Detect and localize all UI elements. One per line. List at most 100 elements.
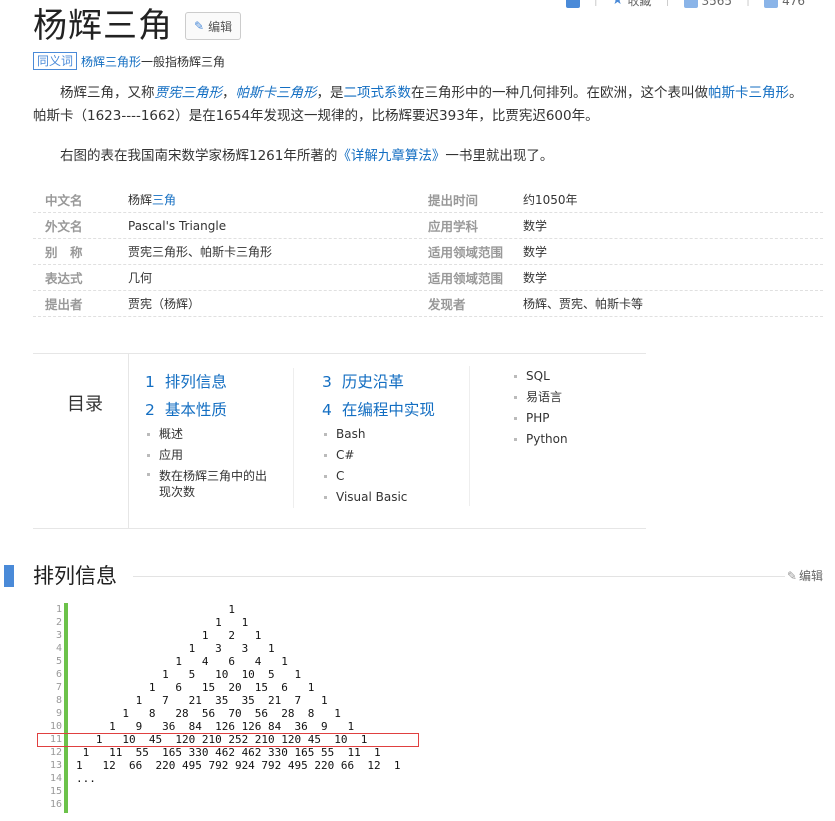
code-line: 1 4 6 4 1: [76, 655, 288, 668]
count-a: 3565: [683, 0, 733, 9]
info-value: 贾宪三角形、帕斯卡三角形: [128, 245, 273, 259]
info-key: 中文名: [45, 193, 83, 208]
info-value: 数学: [523, 245, 548, 259]
info-row: 提出者 贾宪（杨辉） 发现者 杨辉、贾宪、帕斯卡等: [33, 291, 823, 317]
text: 右图的表在我国南宋数学家杨辉1261年所著的: [60, 148, 338, 164]
toc-subitem[interactable]: C#: [322, 445, 469, 466]
info-value: 数学: [523, 219, 548, 233]
toc-subitem[interactable]: Python: [512, 429, 619, 450]
toc-subitem[interactable]: Bash: [322, 424, 469, 445]
code-line: 1 6 15 20 15 6 1: [76, 681, 315, 694]
section-header: 排列信息 ✎ 编辑: [0, 562, 835, 592]
toc-column-2: 3 历史沿革 4 在编程中实现 Bash C# C Visual Basic: [293, 368, 469, 508]
info-value: 数学: [523, 271, 548, 285]
info-value: 杨辉、贾宪、帕斯卡等: [523, 297, 644, 311]
synonym-tag[interactable]: 同义词: [33, 52, 78, 70]
like-icon: [764, 0, 779, 8]
toc-subitem[interactable]: 数在杨辉三角中的出现次数: [145, 466, 275, 500]
pencil-icon: ✎: [786, 568, 797, 583]
toc-label: 排列信息: [164, 373, 227, 391]
toc-subitem[interactable]: PHP: [512, 408, 619, 429]
line-number: 3: [55, 630, 62, 641]
toc-column-1: 1 排列信息 2 基本性质 概述 应用 数在杨辉三角中的出现次数: [145, 368, 293, 500]
count-a-value: 3565: [701, 0, 733, 8]
divider: |: [665, 0, 669, 9]
toc-subitem[interactable]: C: [322, 466, 469, 487]
link-pascal-triangle-italic[interactable]: 帕斯卡三角形: [236, 85, 317, 101]
toc-number: 1: [145, 373, 155, 391]
line-number: 5: [55, 656, 62, 667]
info-value: 几何: [128, 271, 153, 285]
edit-label: 编辑: [208, 19, 233, 34]
toc-column-3: SQL 易语言 PHP Python: [469, 366, 619, 506]
text: 杨辉: [128, 193, 153, 207]
text: 贾宪三角形: [154, 85, 223, 101]
toc-subitem[interactable]: 概述: [145, 424, 293, 445]
top-toolbar: | ★收藏 | 3565 | 476: [565, 0, 805, 9]
link-jiaxian-triangle[interactable]: 贾宪三角形: [155, 85, 223, 101]
toc-subitem[interactable]: 应用: [145, 445, 293, 466]
info-row: 表达式 几何 适用领域范围 数学: [33, 265, 823, 291]
share-tool[interactable]: [565, 0, 580, 9]
line-number: 13: [49, 760, 62, 771]
link-book[interactable]: 《详解九章算法》: [337, 148, 445, 164]
table-of-contents: 目录 1 排列信息 2 基本性质 概述 应用 数在杨辉三角中的出现次数 3 历史沿革 …: [33, 353, 646, 529]
toc-number: 4: [322, 401, 332, 419]
info-key: 外文名: [45, 219, 83, 234]
text: ，: [222, 85, 236, 101]
info-value: 贾宪（杨辉）: [128, 297, 201, 311]
section-edit-label: 编辑: [798, 569, 823, 583]
link-pascal-triangle[interactable]: 帕斯卡三角形: [708, 85, 789, 101]
count-b-value: 476: [782, 0, 805, 8]
section-divider: [133, 576, 785, 577]
info-key: 应用学科: [428, 219, 479, 234]
link-binomial-coefficient[interactable]: 二项式系数: [344, 85, 412, 101]
info-key: 适用领域范围: [428, 271, 504, 286]
collect-count-icon: [683, 0, 698, 8]
toc-title-box: 目录: [33, 354, 129, 529]
code-gutter-bar: [64, 603, 68, 813]
code-line: ...: [76, 772, 96, 785]
code-line: 1 2 1: [76, 629, 262, 642]
code-line: 1 11 55 165 330 462 462 330 165 55 11 1: [76, 746, 381, 759]
code-line: 1 12 66 220 495 792 924 792 495 220 66 1…: [76, 759, 401, 772]
section-edit-button[interactable]: ✎ 编辑: [787, 567, 823, 584]
line-number: 8: [55, 695, 62, 706]
toc-item-arrangement[interactable]: 1 排列信息: [145, 368, 293, 396]
text: ，是: [316, 85, 344, 101]
info-value: 杨辉三角: [128, 191, 428, 208]
toc-subitem[interactable]: 易语言: [512, 387, 619, 408]
toc-item-programming[interactable]: 4 在编程中实现: [322, 396, 469, 424]
toc-number: 3: [322, 373, 332, 391]
info-value: Pascal's Triangle: [128, 218, 227, 233]
line-number: 16: [49, 799, 62, 810]
star-icon: ★: [611, 0, 624, 8]
code-line: 1 3 3 1: [76, 642, 275, 655]
line-number: 14: [49, 773, 62, 784]
text: 杨辉三角，又称: [60, 85, 155, 101]
toc-subitem[interactable]: SQL: [512, 366, 619, 387]
edit-button[interactable]: ✎ 编辑: [185, 12, 242, 40]
page-title: 杨辉三角: [33, 6, 173, 46]
info-row: 别 称 贾宪三角形、帕斯卡三角形 适用领域范围 数学: [33, 239, 823, 265]
highlight-box: [37, 733, 419, 747]
info-key: 别 称: [45, 245, 83, 260]
info-row: 外文名 Pascal's Triangle 应用学科 数学: [33, 213, 823, 239]
toc-subitem[interactable]: Visual Basic: [322, 487, 469, 508]
toc-item-history[interactable]: 3 历史沿革: [322, 368, 469, 396]
collect-tool[interactable]: ★ 收藏: [612, 0, 652, 9]
line-numbers: 1 2 3 4 5 6 7 8 9 10 11 12 13 14 15 16: [40, 603, 62, 811]
info-link[interactable]: 三角: [152, 193, 176, 207]
info-table: 中文名 杨辉三角 提出时间 约1050年 外文名 Pascal's Triang…: [33, 187, 823, 317]
line-number: 1: [55, 604, 62, 615]
code-line: 1: [76, 603, 235, 616]
toc-item-properties[interactable]: 2 基本性质: [145, 396, 293, 424]
code-block: 1 2 3 4 5 6 7 8 9 10 11 12 13 14 15 16 1 1 1 1 2 1 1 3 …: [37, 603, 440, 813]
synonym-link[interactable]: 杨辉三角形: [81, 53, 141, 70]
toc-number: 2: [145, 401, 155, 419]
code-lines: 1 1 1 1 2 1 1 3 3 1 1 4 6 4 1 1 5 10 10 …: [76, 603, 401, 811]
line-number: 2: [55, 617, 62, 628]
synonym-row: 同义词 杨辉三角形 一般指杨辉三角: [33, 52, 225, 70]
